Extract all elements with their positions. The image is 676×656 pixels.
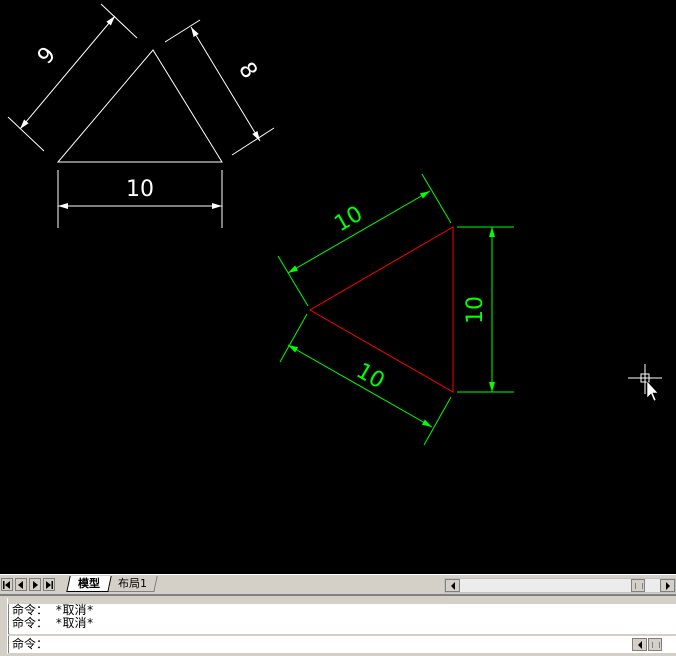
right-vertical-dimension[interactable]: 10	[457, 226, 514, 393]
first-tab-button[interactable]	[1, 578, 13, 591]
tab-model-label: 模型	[78, 577, 100, 590]
pointer-arrow-icon	[646, 380, 659, 402]
command-history-line: 命令： *取消*	[12, 603, 94, 617]
drawing-svg: 10 9 8 10 10 10	[7, 3, 662, 446]
next-tab-icon	[33, 580, 38, 589]
command-prompt-label: 命令：	[12, 637, 49, 651]
previous-tab-icon	[18, 580, 23, 589]
left-base-dim-text: 10	[126, 177, 154, 202]
top-left-dim-text: 10	[330, 202, 367, 238]
right-slant-dimension[interactable]: 8	[164, 19, 275, 156]
right-triangle[interactable]	[308, 226, 454, 393]
left-base-dimension[interactable]: 10	[57, 170, 223, 228]
cmd-scroll-thumb[interactable]	[648, 638, 662, 651]
tab-model[interactable]: 模型	[66, 576, 112, 592]
left-triangle-outline[interactable]	[56, 49, 223, 163]
command-history-line: 命令： *取消*	[12, 616, 94, 630]
first-tab-icon	[3, 580, 10, 589]
cmd-scroll-left-icon	[637, 640, 642, 649]
command-scrollbar[interactable]	[632, 638, 676, 651]
horizontal-scrollbar[interactable]	[444, 578, 676, 593]
layout-tab-bar: 布局1 模型	[0, 574, 676, 595]
right-vertical-dim-text: 10	[463, 296, 488, 324]
tab-layout1-label: 布局1	[117, 577, 147, 590]
cmd-scroll-left-button[interactable]	[632, 638, 647, 651]
bottom-left-dimension[interactable]: 10	[279, 313, 452, 446]
scroll-left-button[interactable]	[445, 579, 460, 592]
command-window-grip[interactable]	[0, 598, 8, 654]
scroll-right-icon	[665, 581, 670, 590]
scroll-right-button[interactable]	[660, 579, 675, 592]
left-triangle[interactable]	[56, 49, 223, 163]
scroll-thumb[interactable]	[631, 579, 645, 592]
top-left-dimension[interactable]: 10	[277, 173, 452, 307]
right-slant-dim-text: 8	[233, 58, 262, 83]
last-tab-button[interactable]	[43, 578, 55, 591]
next-tab-button[interactable]	[29, 578, 41, 591]
tab-layout1[interactable]: 布局1	[106, 576, 158, 592]
left-slant-dim-text: 9	[33, 42, 61, 69]
command-input[interactable]: 命令：	[8, 636, 676, 653]
crosshair-cursor	[628, 364, 662, 402]
model-space-canvas[interactable]: 10 9 8 10 10 10	[0, 0, 676, 574]
command-window: 命令： *取消* 命令： *取消* 命令：	[0, 594, 676, 656]
previous-tab-button[interactable]	[15, 578, 27, 591]
left-slant-dimension[interactable]: 9	[7, 3, 138, 152]
command-history: 命令： *取消* 命令： *取消*	[8, 604, 676, 634]
right-triangle-outline[interactable]	[308, 226, 454, 393]
scroll-left-icon	[450, 581, 455, 590]
last-tab-icon	[46, 580, 53, 589]
bottom-left-dim-text: 10	[352, 359, 389, 395]
